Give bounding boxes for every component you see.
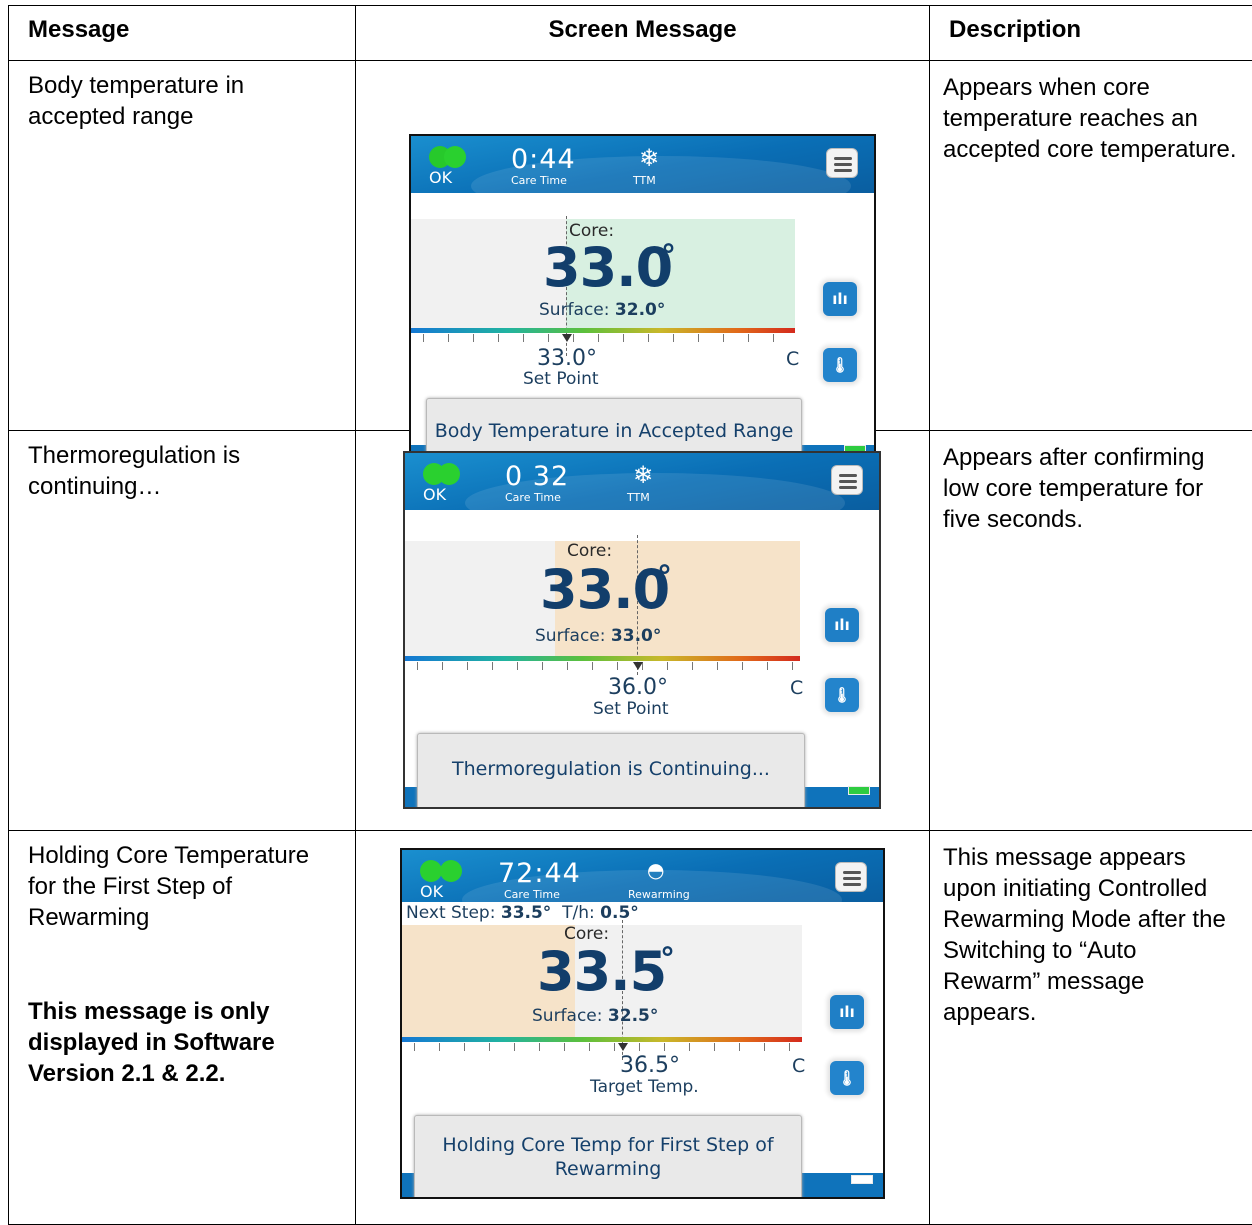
care-time-value: 72:44 (498, 858, 581, 889)
thermometer-icon[interactable]: 🌡 (825, 678, 859, 712)
snowflake-icon: ❄ (639, 144, 659, 172)
care-time-label: Care Time (505, 491, 561, 504)
status-label: OK (423, 485, 446, 504)
table-row: Body temperature in accepted range OK 0:… (9, 61, 1252, 431)
battery-icon (848, 786, 870, 795)
setpoint-arrow-icon (562, 334, 572, 342)
message-cell: Body temperature in accepted range (9, 61, 356, 431)
setpoint-value: 33.0° (537, 346, 597, 371)
trend-chart-icon[interactable]: ılı (825, 608, 859, 642)
setpoint-value: 36.0° (608, 675, 668, 700)
setpoint-arrow-icon (633, 662, 643, 670)
unit-label: C (792, 1055, 805, 1077)
degree-symbol: ° (660, 942, 675, 977)
setpoint-label: Set Point (593, 699, 669, 719)
mode-label: TTM (627, 491, 650, 504)
message-text: Thermoregulation is continuing… (28, 440, 288, 502)
trend-chart-icon[interactable]: ılı (830, 995, 864, 1029)
message-cell: Thermoregulation is continuing… (9, 431, 356, 831)
next-step-info: Next Step: 33.5° T/h: 0.5° (406, 903, 639, 923)
setpoint-value: 36.5° (620, 1053, 680, 1078)
screen-cell: OK 0 32 Care Time ❄ TTM Core: 33.0 ° Sur… (356, 431, 930, 831)
device-header: OK 0:44 Care Time ❄ TTM (411, 136, 874, 193)
battery-icon (851, 1175, 873, 1184)
setpoint-label: Set Point (523, 369, 599, 389)
screen-cell: OK 72:44 Care Time ◓ Rewarming Next Step… (356, 831, 930, 1225)
thermometer-icon[interactable]: 🌡 (823, 348, 857, 382)
status-ok-icon (423, 463, 463, 485)
screen-cell: OK 0:44 Care Time ❄ TTM Core: 33.0 ° Sur… (356, 61, 930, 431)
device-screen: OK 0 32 Care Time ❄ TTM Core: 33.0 ° Sur… (403, 451, 881, 809)
status-ok-icon (429, 146, 469, 168)
description-cell: Appears after confirming low core temper… (930, 431, 1252, 831)
message-cell: Holding Core Temperature for the First S… (9, 831, 356, 1225)
table-row: Thermoregulation is continuing… OK 0 32 … (9, 431, 1252, 831)
care-time-value: 0:44 (511, 144, 576, 175)
care-time-label: Care Time (511, 174, 567, 187)
snowflake-icon: ❄ (633, 461, 653, 489)
description-cell: This message appears upon initiating Con… (930, 831, 1252, 1225)
software-version-note: This message is only displayed in Softwa… (28, 996, 336, 1089)
description-text: Appears when core temperature reaches an… (943, 72, 1240, 165)
status-message-banner: Thermoregulation is Continuing... (417, 733, 805, 809)
menu-icon[interactable] (826, 148, 858, 178)
thermometer-icon[interactable]: 🌡 (830, 1061, 864, 1095)
surface-temperature: Surface: 33.0° (535, 626, 661, 646)
care-time-value: 0 32 (505, 461, 569, 492)
setpoint-label: Target Temp. (590, 1077, 699, 1097)
menu-icon[interactable] (835, 862, 867, 892)
device-header: OK 72:44 Care Time ◓ Rewarming (402, 850, 883, 902)
device-header: OK 0 32 Care Time ❄ TTM (405, 453, 879, 510)
table-row: Holding Core Temperature for the First S… (9, 831, 1252, 1225)
status-message-banner: Holding Core Temp for First Step of Rewa… (414, 1115, 802, 1199)
device-screen: OK 72:44 Care Time ◓ Rewarming Next Step… (400, 848, 885, 1199)
status-ok-icon (420, 860, 460, 882)
trend-chart-icon[interactable]: ılı (823, 282, 857, 316)
column-header-message: Message (9, 6, 356, 61)
temperature-scale-bar (402, 1037, 802, 1042)
status-label: OK (429, 168, 452, 187)
unit-label: C (790, 677, 803, 699)
scale-ticks (423, 334, 795, 342)
message-text: Holding Core Temperature for the First S… (28, 840, 336, 933)
setpoint-arrow-icon (618, 1043, 628, 1051)
surface-temperature: Surface: 32.5° (532, 1006, 658, 1026)
degree-symbol: ° (661, 239, 676, 274)
unit-label: C (786, 348, 799, 370)
message-text: Body temperature in accepted range (28, 70, 288, 132)
mode-label: TTM (633, 174, 656, 187)
column-header-screen-message: Screen Message (356, 6, 930, 61)
description-text: Appears after confirming low core temper… (943, 442, 1240, 535)
care-time-label: Care Time (504, 888, 560, 901)
message-table: Message Screen Message Description Body … (8, 5, 1252, 1225)
table-header-row: Message Screen Message Description (9, 6, 1252, 61)
core-temperature-value: 33.5 (537, 940, 666, 1003)
description-text: This message appears upon initiating Con… (943, 842, 1240, 1028)
gauge-icon: ◓ (647, 858, 664, 882)
degree-symbol: ° (657, 560, 672, 595)
menu-icon[interactable] (831, 465, 863, 495)
description-cell: Appears when core temperature reaches an… (930, 61, 1252, 431)
scale-ticks (414, 1043, 802, 1051)
scale-ticks (417, 662, 800, 670)
surface-temperature: Surface: 32.0° (539, 300, 665, 320)
device-screen: OK 0:44 Care Time ❄ TTM Core: 33.0 ° Sur… (409, 134, 876, 467)
status-label: OK (420, 882, 443, 901)
core-temperature-value: 33.0 (540, 558, 669, 621)
temperature-scale-bar (405, 656, 800, 661)
temperature-scale-bar (411, 328, 795, 333)
column-header-description: Description (930, 6, 1252, 61)
core-temperature-value: 33.0 (543, 236, 672, 299)
mode-label: Rewarming (628, 888, 690, 901)
